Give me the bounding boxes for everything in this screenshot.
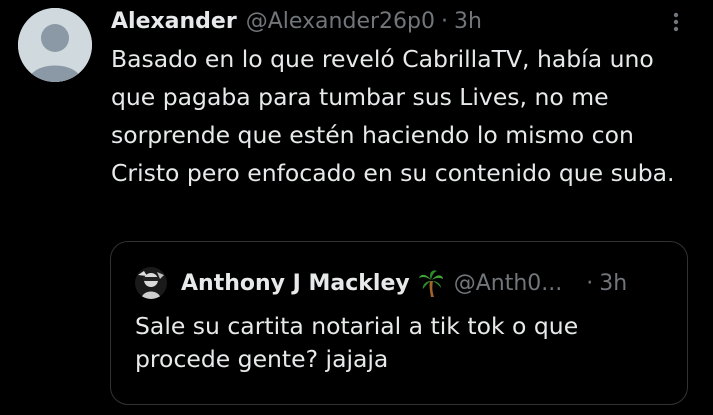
tweet-timestamp[interactable]: 3h [454,9,482,34]
quoted-author-avatar [135,267,167,299]
default-profile-icon [18,8,92,82]
author-name[interactable]: Alexander [111,9,237,34]
palm-tree-icon [418,270,443,297]
quoted-tweet-header: Anthony J Mackley @Anth0... · 3h [135,267,627,299]
quoted-separator-dot: · [586,270,594,296]
author-handle[interactable]: @Alexander26p0 [246,9,435,34]
more-dots-icon [673,12,679,32]
tweet-text: Basado en lo que reveló CabrillaTV, habí… [111,45,675,187]
quoted-avatar-image [135,267,167,299]
tweet-header: Alexander @Alexander26p0 · 3h [111,6,482,36]
quoted-tweet-text: Sale su cartita notarial a tik tok o que… [135,312,579,373]
more-options-button[interactable] [664,10,688,34]
quoted-author-handle: @Anth0... [453,270,563,296]
separator-dot: · [440,8,448,34]
quoted-tweet-timestamp: 3h [599,270,628,296]
quoted-author-name: Anthony J Mackley [181,270,410,296]
quoted-tweet[interactable]: Anthony J Mackley @Anth0... · 3h Sale su… [110,241,688,405]
author-avatar[interactable] [18,8,92,82]
